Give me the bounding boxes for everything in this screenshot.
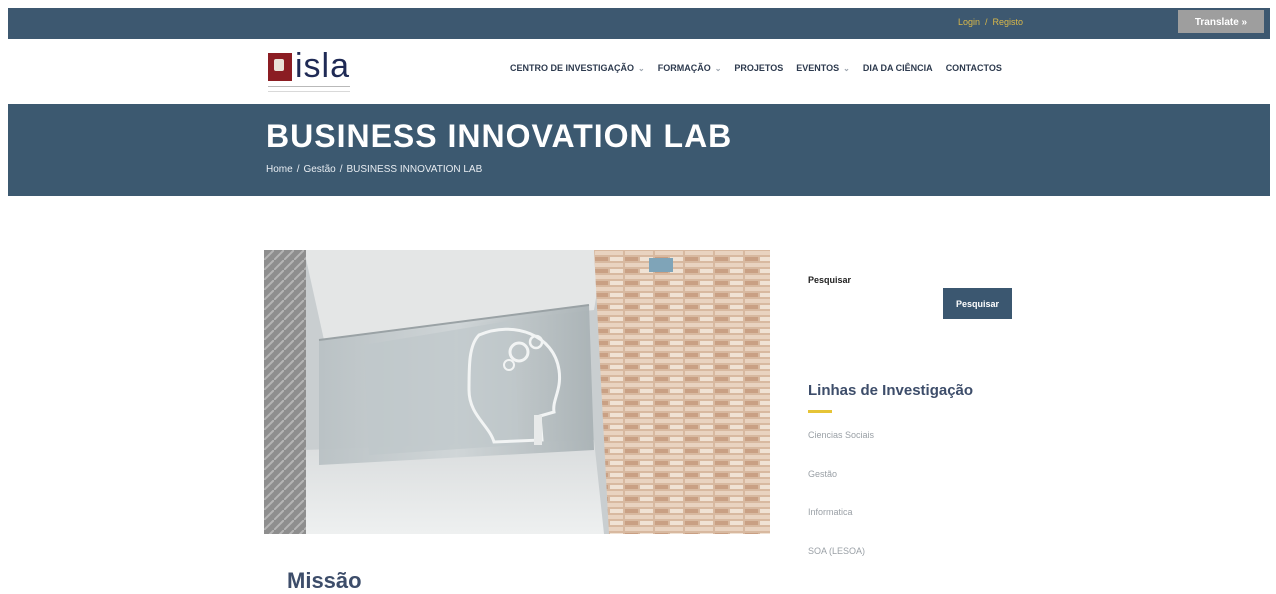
nav-item-dia-da-ciencia[interactable]: DIA DA CIÊNCIA xyxy=(863,63,933,73)
research-line-soa[interactable]: SOA (LESOA) xyxy=(808,546,874,585)
nav-item-contactos[interactable]: CONTACTOS xyxy=(946,63,1002,73)
translate-button[interactable]: Translate » xyxy=(1178,10,1264,33)
breadcrumb-current: BUSINESS INNOVATION LAB xyxy=(346,164,483,175)
lab-entrance-photo xyxy=(264,250,770,534)
top-utility-bar: Login / Registo Translate » xyxy=(8,8,1270,39)
breadcrumb: Home / Gestão / BUSINESS INNOVATION LAB xyxy=(266,164,482,175)
site-header: isla CENTRO DE INVESTIGAÇÃO ⌄ FORMAÇÃO ⌄ P… xyxy=(0,39,1276,103)
nav-item-label: DIA DA CIÊNCIA xyxy=(862,63,933,73)
isla-logo[interactable]: isla xyxy=(268,47,351,92)
nav-item-centro-de-investigacao[interactable]: CENTRO DE INVESTIGAÇÃO ⌄ xyxy=(510,63,645,73)
nav-item-label: CENTRO DE INVESTIGAÇÃO xyxy=(510,63,635,73)
breadcrumb-home[interactable]: Home xyxy=(266,164,293,175)
register-link[interactable]: Registo xyxy=(993,17,1024,27)
search-button[interactable]: Pesquisar xyxy=(943,288,1012,319)
main-navigation: CENTRO DE INVESTIGAÇÃO ⌄ FORMAÇÃO ⌄ PROJET… xyxy=(510,63,1002,73)
chevron-down-icon: ⌄ xyxy=(714,63,722,73)
search-input[interactable] xyxy=(808,290,936,318)
logo-wordmark: isla xyxy=(295,47,351,85)
page-title: BUSINESS INNOVATION LAB xyxy=(266,118,733,154)
login-link[interactable]: Login xyxy=(958,17,980,27)
chevron-down-icon: ⌄ xyxy=(843,63,850,73)
breadcrumb-gestao[interactable]: Gestão xyxy=(303,164,335,175)
breadcrumb-separator: / xyxy=(296,164,300,175)
nav-item-eventos[interactable]: EVENTOS ⌄ xyxy=(796,63,850,73)
nav-item-label: CONTACTOS xyxy=(945,63,1002,73)
breadcrumb-separator: / xyxy=(339,164,343,175)
research-lines-list: Ciencias Sociais Gestão Informatica SOA … xyxy=(808,430,874,584)
nav-item-formacao[interactable]: FORMAÇÃO ⌄ xyxy=(658,63,722,73)
research-lines-title: Linhas de Investigação xyxy=(808,382,974,399)
lab-photo-illustration xyxy=(264,250,770,534)
nav-item-projetos[interactable]: PROJETOS xyxy=(734,63,783,73)
logo-mark-icon xyxy=(268,53,292,81)
research-line-gestao[interactable]: Gestão xyxy=(808,469,874,508)
logo-tagline-lines xyxy=(268,86,350,92)
title-accent-bar xyxy=(808,410,832,413)
nav-item-label: PROJETOS xyxy=(734,63,784,73)
page-title-banner: BUSINESS INNOVATION LAB Home / Gestão / BUSI… xyxy=(8,104,1270,196)
research-line-ciencias-sociais[interactable]: Ciencias Sociais xyxy=(808,430,874,469)
search-label: Pesquisar xyxy=(808,275,852,285)
chevron-down-icon: ⌄ xyxy=(638,63,645,73)
nav-item-label: FORMAÇÃO xyxy=(657,63,711,73)
research-line-informatica[interactable]: Informatica xyxy=(808,507,874,546)
mission-heading: Missão xyxy=(287,568,362,593)
login-separator: / xyxy=(985,17,988,27)
nav-item-label: EVENTOS xyxy=(796,63,840,73)
login-register-links: Login / Registo xyxy=(958,17,1023,27)
